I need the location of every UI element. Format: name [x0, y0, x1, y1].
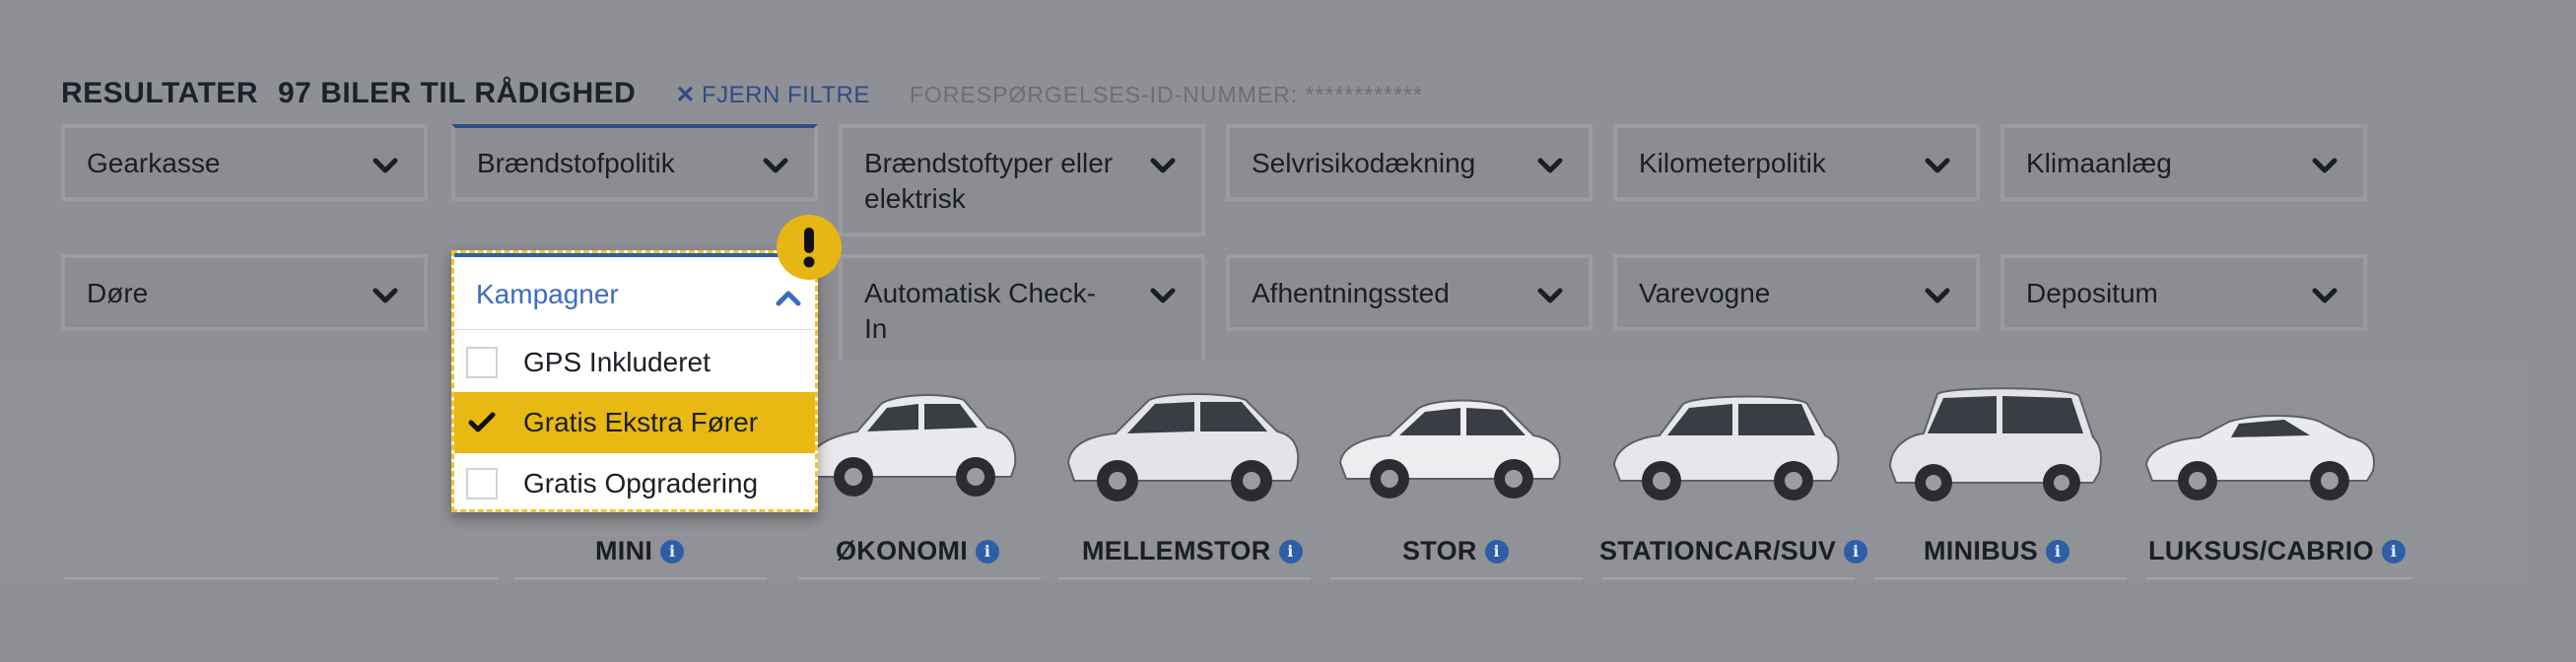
divider [798, 577, 1041, 579]
filter-kilometerpolitik[interactable]: Kilometerpolitik [1613, 124, 1980, 201]
category-label: MINIBUS [1924, 536, 2039, 565]
chevron-up-icon [776, 291, 801, 306]
option-label: Gratis Ekstra Fører [523, 407, 759, 437]
category-label: MELLEMSTOR [1082, 536, 1271, 565]
filter-klimaanlaeg[interactable]: Klimaanlæg [2000, 124, 2367, 201]
category-label: STOR [1402, 536, 1477, 565]
available-count: 97 BILER TIL RÅDIGHED [278, 77, 637, 109]
filter-label: Automatisk Check-In [864, 278, 1096, 344]
checkbox[interactable] [466, 347, 498, 378]
category-label: MINI [595, 536, 653, 565]
chevron-down-icon [373, 158, 398, 173]
filter-depositum[interactable]: Depositum [2000, 254, 2367, 331]
category-label: LUKSUS/CABRIO [2148, 536, 2374, 565]
category-label: ØKONOMI [836, 536, 969, 565]
chevron-down-icon [2312, 288, 2338, 303]
checkbox-checked[interactable] [466, 407, 498, 438]
car-image-okonomi[interactable] [796, 374, 1023, 502]
option-label: GPS Inkluderet [523, 347, 711, 377]
filter-automatisk-check-in[interactable]: Automatisk Check-In [839, 254, 1205, 366]
category-label: STATIONCAR/SUV [1599, 536, 1837, 565]
car-image-stationcar-suv[interactable] [1604, 374, 1841, 502]
filter-label: Afhentningssted [1252, 278, 1450, 308]
info-icon[interactable]: i [1484, 539, 1509, 563]
chevron-down-icon [1150, 288, 1176, 303]
car-image-minibus[interactable] [1878, 374, 2105, 502]
kampagner-toggle[interactable]: Kampagner [454, 253, 815, 330]
category-luksus-cabrio[interactable]: LUKSUS/CABRIO i [2148, 536, 2406, 566]
results-title: RESULTATER [61, 77, 258, 109]
filter-selvrisikodaekning[interactable]: Selvrisikodækning [1226, 124, 1593, 201]
chevron-down-icon [1150, 158, 1176, 173]
car-image-mellemstor[interactable] [1058, 374, 1305, 502]
option-label: Gratis Opgradering [523, 468, 759, 498]
info-icon[interactable]: i [1844, 539, 1868, 563]
category-mini[interactable]: MINI i [595, 536, 685, 566]
option-gratis-ekstra-forer[interactable]: Gratis Ekstra Fører [454, 392, 815, 453]
chevron-down-icon [2312, 158, 2338, 173]
checkbox[interactable] [466, 468, 498, 499]
info-icon[interactable]: i [976, 539, 1000, 563]
remove-filters-link[interactable]: ✕ FJERN FILTRE [675, 81, 870, 109]
divider [65, 577, 499, 579]
info-icon[interactable]: i [660, 539, 685, 563]
chevron-down-icon [1925, 288, 1950, 303]
filter-label: Depositum [2026, 278, 2158, 308]
close-icon: ✕ [675, 82, 696, 108]
chevron-down-icon [1537, 158, 1563, 173]
filter-braendstoftyper[interactable]: Brændstoftyper eller elektrisk [839, 124, 1205, 236]
filter-label: Kampagner [476, 279, 619, 309]
exclamation-icon [777, 215, 842, 280]
car-image-stor[interactable] [1330, 374, 1567, 502]
divider [2146, 577, 2412, 579]
filter-label: Kilometerpolitik [1639, 148, 1826, 178]
results-header: RESULTATER 97 BILER TIL RÅDIGHED ✕ FJERN… [61, 77, 1423, 110]
filter-label: Varevogne [1639, 278, 1771, 308]
chevron-down-icon [1925, 158, 1950, 173]
option-gps-inkluderet[interactable]: GPS Inkluderet [454, 332, 815, 393]
filter-doere[interactable]: Døre [61, 254, 428, 331]
category-stationcar-suv[interactable]: STATIONCAR/SUV i [1599, 536, 1868, 566]
category-minibus[interactable]: MINIBUS i [1924, 536, 2070, 566]
divider [1602, 577, 1855, 579]
category-stor[interactable]: STOR i [1402, 536, 1509, 566]
checkmark-icon [468, 412, 496, 432]
chevron-down-icon [1537, 288, 1563, 303]
car-image-luksus-cabrio[interactable] [2136, 374, 2383, 502]
filter-braendstofpolitik[interactable]: Brændstofpolitik [451, 124, 818, 201]
option-gratis-opgradering[interactable]: Gratis Opgradering [454, 453, 815, 514]
kampagner-dropdown: Kampagner GPS Inkluderet Gratis Ekstra F… [451, 250, 818, 512]
divider [1058, 577, 1311, 579]
filter-label: Klimaanlæg [2026, 148, 2172, 178]
divider [1330, 577, 1583, 579]
filter-label: Brændstoftyper eller elektrisk [864, 148, 1114, 214]
filter-label: Brændstofpolitik [477, 148, 675, 178]
info-icon[interactable]: i [2381, 539, 2406, 563]
request-id: FORESPØRGELSES-ID-NUMMER: ************ [909, 82, 1423, 107]
results-page: RESULTATER 97 BILER TIL RÅDIGHED ✕ FJERN… [0, 0, 2576, 662]
divider [1874, 577, 2127, 579]
chevron-down-icon [763, 158, 788, 173]
info-icon[interactable]: i [2046, 539, 2070, 563]
info-icon[interactable]: i [1278, 539, 1303, 563]
category-okonomi[interactable]: ØKONOMI i [836, 536, 1000, 566]
category-mellemstor[interactable]: MELLEMSTOR i [1082, 536, 1303, 566]
filter-label: Døre [87, 278, 149, 308]
filter-label: Selvrisikodækning [1252, 148, 1476, 178]
filter-gearkasse[interactable]: Gearkasse [61, 124, 428, 201]
chevron-down-icon [373, 288, 398, 303]
filter-varevogne[interactable]: Varevogne [1613, 254, 1980, 331]
divider [514, 577, 767, 579]
remove-filters-label: FJERN FILTRE [701, 82, 870, 108]
filter-afhentningssted[interactable]: Afhentningssted [1226, 254, 1593, 331]
filter-label: Gearkasse [87, 148, 221, 178]
